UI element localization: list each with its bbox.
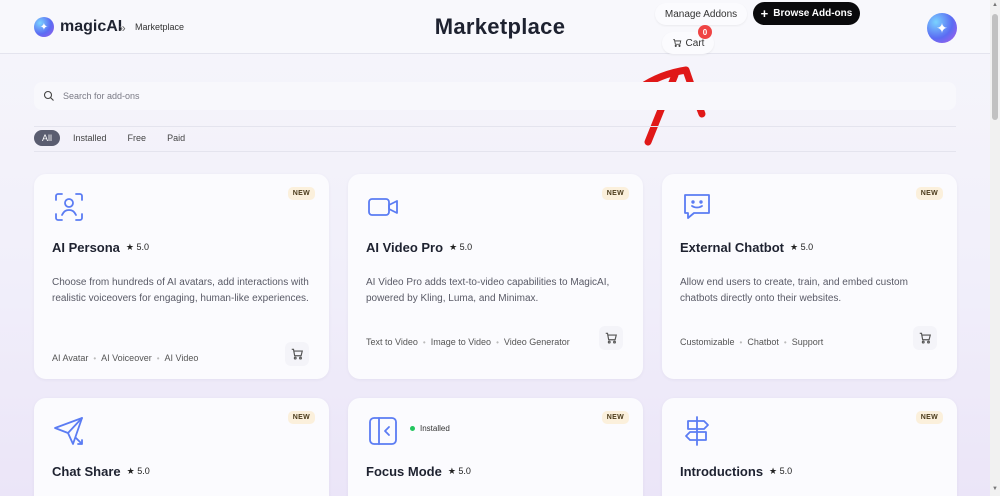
rating-value: 5.0	[136, 242, 150, 252]
rating-value: 5.0	[800, 242, 814, 252]
plus-icon: +	[760, 6, 769, 21]
cart-icon	[672, 39, 681, 47]
divider	[34, 151, 956, 152]
rating: ★ 5.0	[447, 466, 471, 476]
addon-card-focus-mode[interactable]: NEW Installed Focus Mode ★ 5.0	[348, 398, 643, 496]
cart-label: Cart	[685, 37, 705, 49]
browse-addons-button[interactable]: + Browse Add-ons	[753, 2, 860, 25]
addon-card-external-chatbot[interactable]: NEW External Chatbot ★ 5.0 Allow end use…	[662, 174, 957, 379]
card-tags: AI Avatar • AI Voiceover • AI Video	[52, 353, 199, 363]
status-dot	[410, 426, 415, 431]
manage-addons-button[interactable]: Manage Addons	[655, 3, 747, 25]
rating: ★ 5.0	[790, 242, 814, 252]
signpost-icon	[685, 416, 709, 446]
addon-card-ai-video-pro[interactable]: NEW AI Video Pro ★ 5.0 AI Video Pro adds…	[348, 174, 643, 379]
divider	[34, 126, 956, 127]
tag[interactable]: AI Video	[165, 353, 199, 363]
installed-label: Installed	[420, 424, 450, 433]
card-title: Chat Share	[52, 464, 121, 479]
add-to-cart-button[interactable]	[285, 342, 309, 366]
filter-tabs: All Installed Free Paid	[34, 130, 193, 146]
tag[interactable]: Video Generator	[504, 337, 570, 347]
chatbot-icon	[684, 194, 710, 219]
scroll-up-icon[interactable]: ▲	[992, 2, 998, 8]
card-title: Introductions	[680, 464, 764, 479]
card-description: Allow end users to create, train, and em…	[680, 277, 908, 304]
tag[interactable]: Image to Video	[431, 337, 491, 347]
filter-installed[interactable]: Installed	[65, 130, 115, 146]
cart-icon	[291, 348, 303, 360]
new-badge: NEW	[915, 187, 943, 200]
add-to-cart-button[interactable]	[599, 326, 623, 350]
video-camera-icon	[368, 198, 398, 216]
scroll-down-icon[interactable]: ▼	[992, 486, 998, 492]
card-title: AI Persona	[52, 240, 120, 255]
rating: ★ 5.0	[769, 466, 793, 476]
filter-paid[interactable]: Paid	[159, 130, 193, 146]
new-badge: NEW	[601, 187, 629, 200]
cart-icon	[919, 332, 931, 344]
persona-icon	[55, 193, 83, 221]
tag[interactable]: Support	[792, 337, 824, 347]
rating-value: 5.0	[458, 466, 471, 476]
addon-card-chat-share[interactable]: NEW Chat Share ★ 5.0	[34, 398, 329, 496]
tag[interactable]: AI Avatar	[52, 353, 88, 363]
tag[interactable]: Chatbot	[747, 337, 779, 347]
scrollbar-thumb[interactable]	[992, 14, 998, 120]
tag[interactable]: AI Voiceover	[101, 353, 152, 363]
card-tags: Customizable • Chatbot • Support	[680, 337, 824, 347]
filter-free[interactable]: Free	[120, 130, 155, 146]
card-title: AI Video Pro	[366, 240, 444, 255]
sidebar-icon	[369, 417, 397, 445]
new-badge: NEW	[915, 411, 943, 424]
add-to-cart-button[interactable]	[913, 326, 937, 350]
addon-card-ai-persona[interactable]: NEW AI Persona ★ 5.0 Choose from hundred…	[34, 174, 329, 379]
rating: ★ 5.0	[125, 242, 150, 252]
avatar[interactable]: ✦	[927, 13, 957, 43]
card-title: Focus Mode	[366, 464, 442, 479]
search-icon	[43, 90, 54, 101]
tag[interactable]: Customizable	[680, 337, 735, 347]
installed-status: Installed	[410, 424, 450, 433]
rating-value: 5.0	[137, 466, 150, 476]
tag[interactable]: Text to Video	[366, 337, 418, 347]
rating-value: 5.0	[459, 242, 473, 252]
search-input[interactable]	[63, 91, 463, 101]
new-badge: NEW	[287, 187, 315, 200]
new-badge: NEW	[287, 411, 315, 424]
cart-count-badge: 0	[698, 25, 712, 39]
rating: ★ 5.0	[126, 466, 150, 476]
cart-icon	[605, 332, 617, 344]
card-description: AI Video Pro adds text-to-video capabili…	[366, 277, 610, 304]
card-description: Choose from hundreds of AI avatars, add …	[52, 277, 309, 304]
addon-card-introductions[interactable]: NEW Introductions ★ 5.0	[662, 398, 957, 496]
rating-value: 5.0	[779, 466, 793, 476]
search-bar[interactable]	[34, 82, 956, 110]
send-icon	[54, 417, 83, 445]
browse-addons-label: Browse Add-ons	[773, 8, 853, 19]
card-tags: Text to Video • Image to Video • Video Gen…	[366, 337, 570, 347]
filter-all[interactable]: All	[34, 130, 61, 146]
rating: ★ 5.0	[449, 242, 473, 252]
new-badge: NEW	[601, 411, 629, 424]
card-title: External Chatbot	[680, 240, 785, 255]
